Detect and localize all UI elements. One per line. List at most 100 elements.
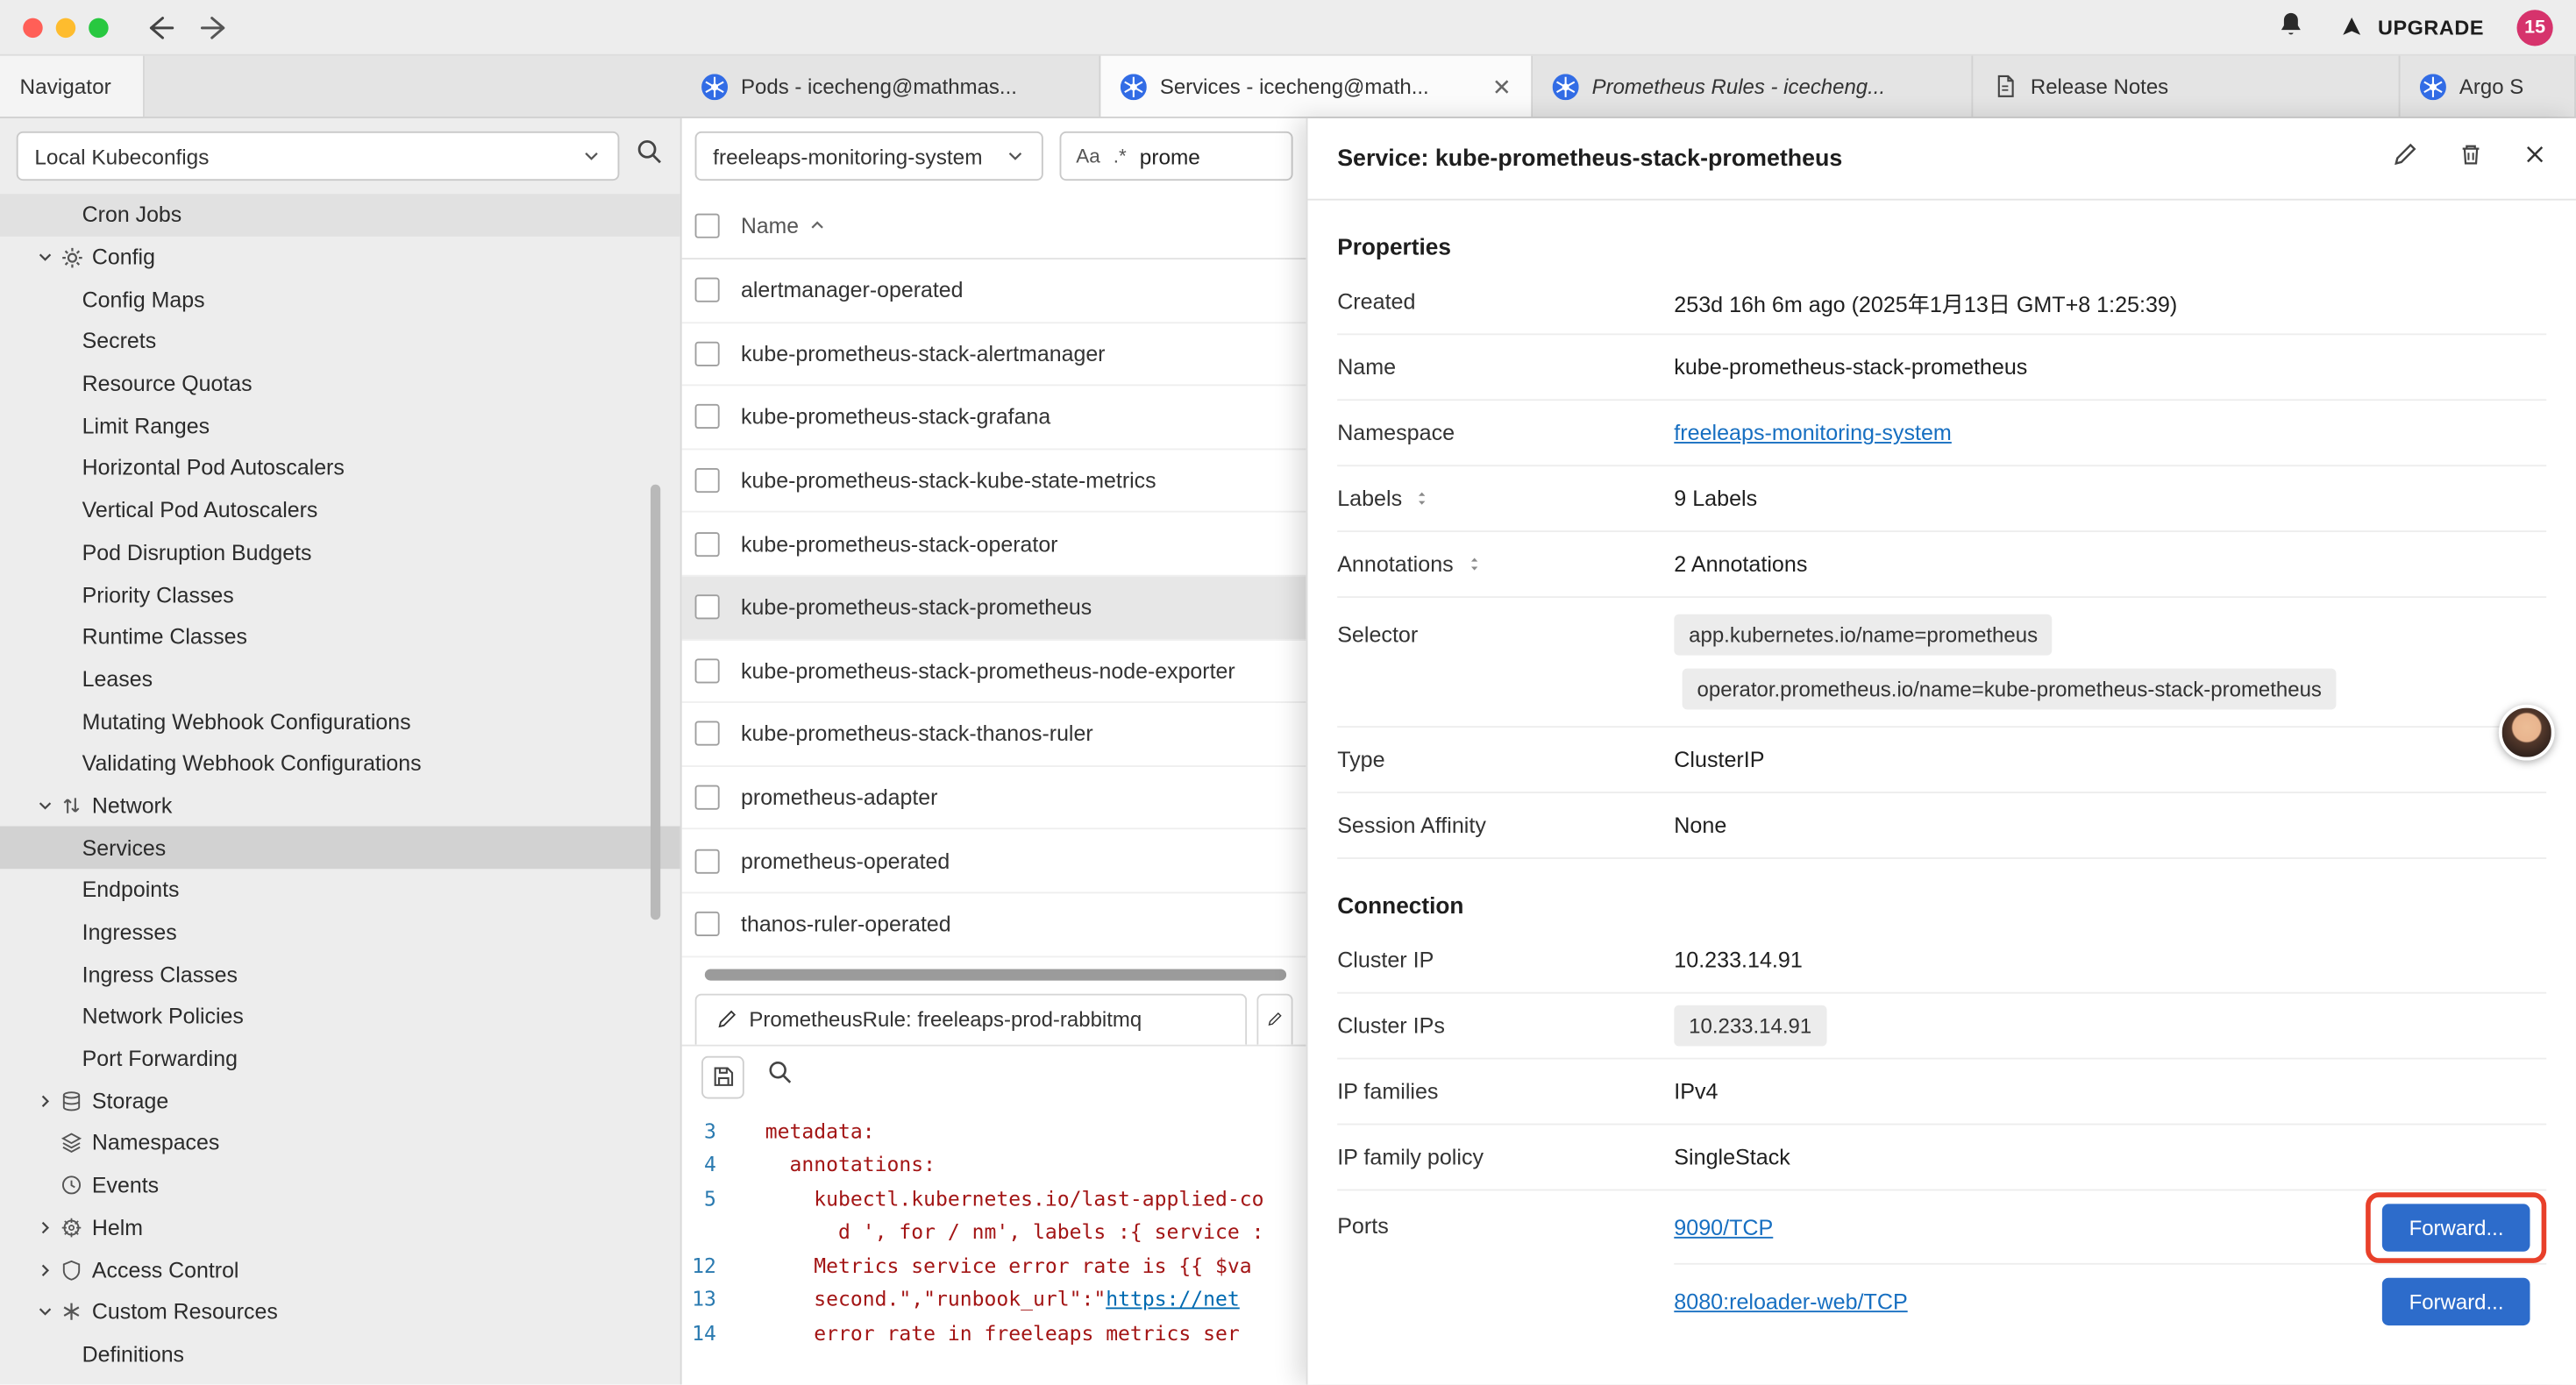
- table-row[interactable]: prometheus-adapter: [682, 767, 1306, 830]
- table-row[interactable]: kube-prometheus-stack-thanos-ruler: [682, 703, 1306, 766]
- delete-button[interactable]: [2458, 141, 2484, 175]
- tab-pods[interactable]: Pods - icecheng@mathmas...: [682, 56, 1101, 117]
- scrollbar-thumb[interactable]: [705, 969, 1286, 980]
- yaml-editor[interactable]: 3 metadata: 4 annotations: 5 kubectl.kub…: [682, 1108, 1306, 1385]
- annotations-count[interactable]: 2 Annotations: [1674, 552, 1807, 577]
- namespace-filter-select[interactable]: freeleaps-monitoring-system: [695, 131, 1043, 181]
- tab-label: Argo S: [2459, 74, 2523, 98]
- name-column-header[interactable]: Name: [741, 214, 827, 238]
- regex-toggle[interactable]: .*: [1114, 145, 1127, 167]
- sidebar-search-button[interactable]: [636, 138, 664, 174]
- table-row[interactable]: kube-prometheus-stack-kube-state-metrics: [682, 450, 1306, 513]
- sidebar-item-config[interactable]: Config: [0, 236, 680, 278]
- sidebar-item-namespaces[interactable]: Namespaces: [0, 1122, 680, 1164]
- editor-tab-partial[interactable]: [1256, 993, 1292, 1044]
- expand-collapse-icon[interactable]: [1465, 553, 1484, 574]
- row-checkbox[interactable]: [695, 658, 720, 683]
- sidebar-item-leases[interactable]: Leases: [0, 658, 680, 700]
- close-tab-icon[interactable]: ✕: [1492, 75, 1512, 97]
- user-avatar[interactable]: [2499, 705, 2555, 761]
- notification-count-badge[interactable]: 15: [2517, 9, 2553, 45]
- sidebar-item-pod-disruption-budgets[interactable]: Pod Disruption Budgets: [0, 531, 680, 573]
- sidebar-item-resource-quotas[interactable]: Resource Quotas: [0, 363, 680, 405]
- sidebar-item-cron-jobs[interactable]: Cron Jobs: [0, 194, 680, 236]
- sidebar-item-helm[interactable]: Helm: [0, 1206, 680, 1248]
- row-checkbox[interactable]: [695, 912, 720, 936]
- editor-tab-prometheusrule[interactable]: PrometheusRule: freeleaps-prod-rabbitmq: [695, 993, 1248, 1044]
- table-row[interactable]: kube-prometheus-stack-alertmanager: [682, 323, 1306, 386]
- sidebar-item-port-forwarding[interactable]: Port Forwarding: [0, 1038, 680, 1080]
- table-row[interactable]: kube-prometheus-stack-grafana: [682, 387, 1306, 450]
- sidebar-item-network-policies[interactable]: Network Policies: [0, 996, 680, 1038]
- sidebar-item-priority-classes[interactable]: Priority Classes: [0, 573, 680, 615]
- chevron-right-icon: [36, 1218, 54, 1237]
- sidebar-item-mutating-webhook-configurations[interactable]: Mutating Webhook Configurations: [0, 700, 680, 742]
- row-checkbox[interactable]: [695, 721, 720, 746]
- namespace-link[interactable]: freeleaps-monitoring-system: [1674, 421, 1952, 445]
- expand-collapse-icon[interactable]: [1413, 487, 1432, 508]
- table-row-selected[interactable]: kube-prometheus-stack-prometheus: [682, 577, 1306, 640]
- port-link[interactable]: 8080:reloader-web/TCP: [1674, 1289, 1907, 1314]
- edit-button[interactable]: [2392, 141, 2418, 175]
- sidebar-item-custom-resources[interactable]: Custom Resources: [0, 1290, 680, 1332]
- kubeconfig-selector[interactable]: Local Kubeconfigs: [17, 131, 620, 181]
- row-checkbox[interactable]: [695, 278, 720, 302]
- table-row[interactable]: thanos-ruler-operated: [682, 893, 1306, 956]
- match-case-toggle[interactable]: Aa: [1076, 145, 1100, 167]
- notifications-button[interactable]: [2278, 9, 2306, 45]
- sidebar-item-validating-webhook-configurations[interactable]: Validating Webhook Configurations: [0, 742, 680, 785]
- row-checkbox[interactable]: [695, 468, 720, 493]
- table-row[interactable]: kube-prometheus-stack-operator: [682, 513, 1306, 576]
- sidebar-item-network[interactable]: Network: [0, 785, 680, 827]
- zoom-window-button[interactable]: [89, 18, 108, 37]
- row-checkbox[interactable]: [695, 531, 720, 556]
- back-button[interactable]: [145, 14, 174, 40]
- select-all-checkbox[interactable]: [695, 214, 720, 238]
- row-checkbox[interactable]: [695, 405, 720, 430]
- sidebar-item-ingress-classes[interactable]: Ingress Classes: [0, 953, 680, 995]
- sidebar-item-horizontal-pod-autoscalers[interactable]: Horizontal Pod Autoscalers: [0, 447, 680, 489]
- list-search-input[interactable]: Aa .* prome: [1060, 131, 1293, 181]
- row-checkbox[interactable]: [695, 849, 720, 873]
- close-drawer-button[interactable]: [2523, 143, 2546, 174]
- sidebar-item-definitions[interactable]: Definitions: [0, 1333, 680, 1375]
- table-row[interactable]: alertmanager-operated: [682, 259, 1306, 323]
- row-checkbox[interactable]: [695, 595, 720, 620]
- labels-count[interactable]: 9 Labels: [1674, 487, 1757, 511]
- horizontal-scrollbar[interactable]: [695, 967, 1293, 984]
- sidebar-item-runtime-classes[interactable]: Runtime Classes: [0, 615, 680, 657]
- sidebar-item-storage[interactable]: Storage: [0, 1080, 680, 1122]
- save-button[interactable]: [701, 1055, 744, 1098]
- service-name: kube-prometheus-stack-operator: [741, 531, 1057, 556]
- upgrade-button[interactable]: UPGRADE: [2338, 13, 2484, 41]
- sidebar-item-endpoints[interactable]: Endpoints: [0, 869, 680, 911]
- forward-port-button[interactable]: Forward...: [2383, 1203, 2530, 1250]
- editor-search-button[interactable]: [767, 1060, 793, 1094]
- table-row[interactable]: prometheus-operated: [682, 830, 1306, 893]
- sidebar-item-config-maps[interactable]: Config Maps: [0, 278, 680, 320]
- tab-bar: Navigator Pods - icecheng@mathmas... Ser…: [0, 56, 2576, 118]
- minimize-window-button[interactable]: [56, 18, 75, 37]
- forward-port-button[interactable]: Forward...: [2383, 1278, 2530, 1325]
- row-checkbox[interactable]: [695, 342, 720, 366]
- port-link[interactable]: 9090/TCP: [1674, 1215, 1773, 1239]
- sidebar-item-limit-ranges[interactable]: Limit Ranges: [0, 405, 680, 447]
- navigator-panel-header[interactable]: Navigator: [0, 56, 145, 117]
- sidebar-item-events[interactable]: Events: [0, 1164, 680, 1206]
- table-row[interactable]: kube-prometheus-stack-prometheus-node-ex…: [682, 640, 1306, 703]
- kubernetes-icon: [2420, 73, 2446, 99]
- tab-argo[interactable]: Argo S: [2400, 56, 2575, 117]
- tab-services[interactable]: Services - icecheng@math... ✕: [1100, 56, 1533, 117]
- row-checkbox[interactable]: [695, 785, 720, 810]
- sidebar-item-ingresses[interactable]: Ingresses: [0, 911, 680, 953]
- sidebar-scrollbar[interactable]: [651, 485, 660, 920]
- sidebar-item-access-control[interactable]: Access Control: [0, 1248, 680, 1290]
- tab-release-notes[interactable]: Release Notes: [1973, 56, 2400, 117]
- close-window-button[interactable]: [23, 18, 42, 37]
- sidebar-item-secrets[interactable]: Secrets: [0, 320, 680, 362]
- sidebar-item-services[interactable]: Services: [0, 827, 680, 869]
- forward-button[interactable]: [201, 14, 231, 40]
- sidebar-item-label: Config: [92, 245, 155, 269]
- tab-prometheus-rules[interactable]: Prometheus Rules - icecheng...: [1533, 56, 1973, 117]
- sidebar-item-vertical-pod-autoscalers[interactable]: Vertical Pod Autoscalers: [0, 489, 680, 531]
